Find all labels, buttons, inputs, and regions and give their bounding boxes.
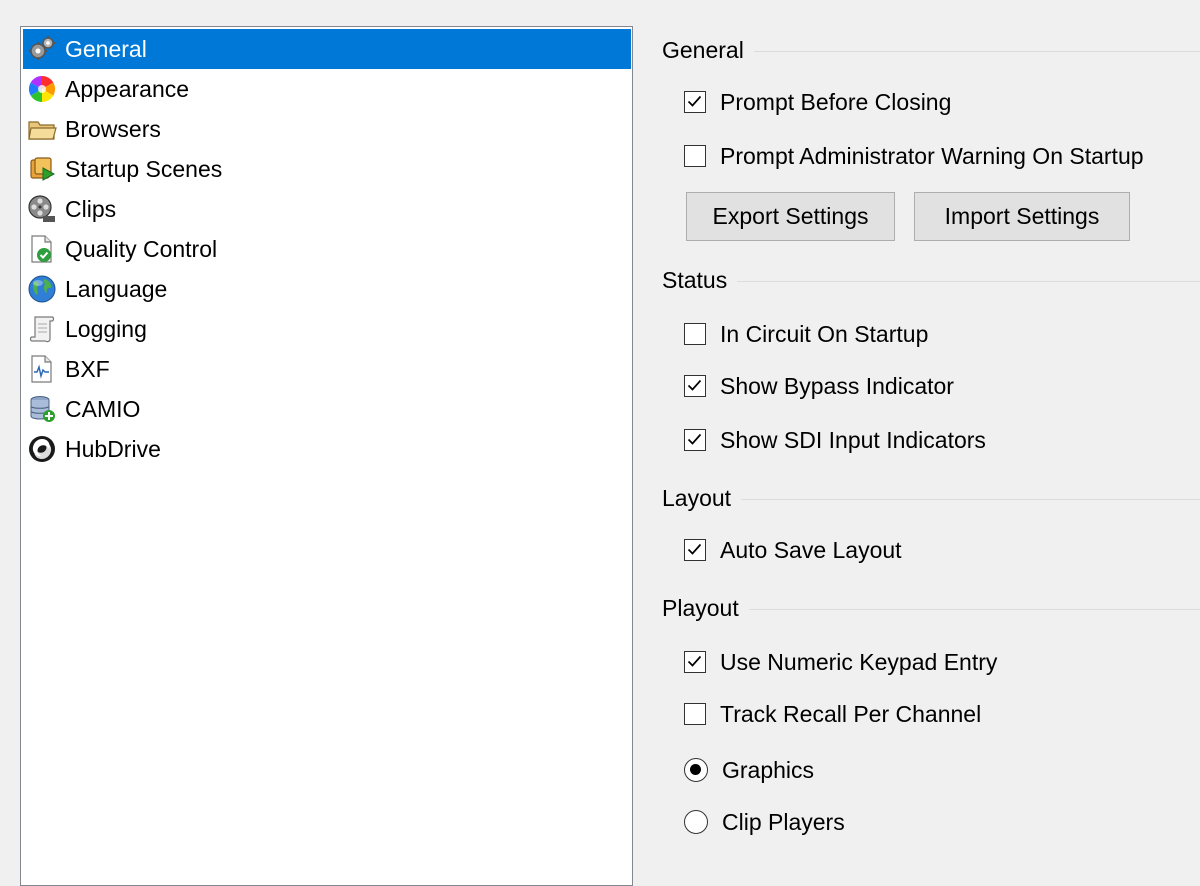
prompt-admin-warning-checkbox[interactable]: Prompt Administrator Warning On Startup bbox=[684, 140, 1144, 172]
nav-label: General bbox=[65, 35, 147, 62]
nav-label: Quality Control bbox=[65, 235, 218, 262]
group-divider bbox=[737, 280, 1200, 282]
nav-item-general[interactable]: General bbox=[23, 29, 631, 69]
checkbox-box[interactable] bbox=[684, 145, 706, 167]
nav-label: Logging bbox=[65, 315, 147, 342]
track-recall-per-channel-checkbox[interactable]: Track Recall Per Channel bbox=[684, 698, 981, 730]
nav-item-browsers[interactable]: Browsers bbox=[23, 109, 631, 149]
nav-item-quality-control[interactable]: Quality Control bbox=[23, 229, 631, 269]
checkbox-box[interactable] bbox=[684, 375, 706, 397]
group-playout-header: Playout bbox=[662, 593, 1200, 623]
nav-item-startup-scenes[interactable]: Startup Scenes bbox=[23, 149, 631, 189]
nav-label: Language bbox=[65, 275, 168, 302]
nav-item-language[interactable]: Language bbox=[23, 269, 631, 309]
import-settings-button[interactable]: Import Settings bbox=[914, 192, 1130, 241]
radio-label: Clip Players bbox=[722, 808, 845, 835]
radio-label: Graphics bbox=[722, 756, 815, 783]
group-title: Layout bbox=[662, 484, 732, 511]
show-bypass-indicator-checkbox[interactable]: Show Bypass Indicator bbox=[684, 370, 954, 402]
nav-item-hubdrive[interactable]: HubDrive bbox=[23, 429, 631, 469]
checkbox-label: Show Bypass Indicator bbox=[720, 372, 954, 399]
scroll-icon bbox=[27, 313, 65, 345]
clip-players-radio[interactable]: Clip Players bbox=[684, 806, 845, 838]
graphics-radio[interactable]: Graphics bbox=[684, 754, 814, 786]
nav-label: BXF bbox=[65, 355, 110, 382]
radio-selected-dot bbox=[690, 764, 701, 775]
checkbox-label: Prompt Administrator Warning On Startup bbox=[720, 142, 1144, 169]
nav-label: Browsers bbox=[65, 115, 161, 142]
startup-scenes-icon bbox=[27, 153, 65, 185]
nav-item-appearance[interactable]: Appearance bbox=[23, 69, 631, 109]
nav-label: HubDrive bbox=[65, 435, 161, 462]
group-divider bbox=[753, 50, 1200, 52]
nav-item-clips[interactable]: Clips bbox=[23, 189, 631, 229]
checkbox-box[interactable] bbox=[684, 323, 706, 345]
auto-save-layout-checkbox[interactable]: Auto Save Layout bbox=[684, 534, 902, 566]
group-general-header: General bbox=[662, 35, 1200, 65]
nav-label: Clips bbox=[65, 195, 117, 222]
nav-item-camio[interactable]: CAMIO bbox=[23, 389, 631, 429]
group-title: Playout bbox=[662, 594, 739, 621]
database-icon bbox=[27, 393, 65, 425]
nav-item-logging[interactable]: Logging bbox=[23, 309, 631, 349]
checkbox-box[interactable] bbox=[684, 703, 706, 725]
settings-panel: General Prompt Before Closing Prompt Adm… bbox=[662, 0, 1200, 876]
nav-item-bxf[interactable]: BXF bbox=[23, 349, 631, 389]
nav-label: CAMIO bbox=[65, 395, 141, 422]
checkbox-label: Show SDI Input Indicators bbox=[720, 426, 986, 453]
gears-icon bbox=[27, 33, 65, 65]
export-settings-button[interactable]: Export Settings bbox=[686, 192, 895, 241]
group-title: Status bbox=[662, 266, 728, 293]
checkbox-label: Auto Save Layout bbox=[720, 536, 902, 563]
group-title: General bbox=[662, 36, 744, 63]
bxf-document-icon bbox=[27, 353, 65, 385]
checkbox-label: In Circuit On Startup bbox=[720, 320, 929, 347]
group-divider bbox=[748, 608, 1200, 610]
hubdrive-icon bbox=[27, 433, 65, 465]
checkbox-box[interactable] bbox=[684, 429, 706, 451]
checkbox-box[interactable] bbox=[684, 539, 706, 561]
radio-button[interactable] bbox=[684, 758, 708, 782]
checkbox-box[interactable] bbox=[684, 651, 706, 673]
document-check-icon bbox=[27, 233, 65, 265]
show-sdi-input-indicators-checkbox[interactable]: Show SDI Input Indicators bbox=[684, 424, 986, 456]
group-divider bbox=[741, 498, 1200, 500]
checkbox-box[interactable] bbox=[684, 91, 706, 113]
color-wheel-icon bbox=[27, 73, 65, 105]
group-layout-header: Layout bbox=[662, 483, 1200, 513]
checkbox-label: Track Recall Per Channel bbox=[720, 700, 982, 727]
use-numeric-keypad-entry-checkbox[interactable]: Use Numeric Keypad Entry bbox=[684, 646, 997, 678]
film-reel-icon bbox=[27, 193, 65, 225]
in-circuit-on-startup-checkbox[interactable]: In Circuit On Startup bbox=[684, 318, 928, 350]
folder-icon bbox=[27, 113, 65, 145]
settings-category-list[interactable]: General Appearance Browsers Startup Scen… bbox=[20, 26, 633, 886]
nav-label: Appearance bbox=[65, 75, 190, 102]
globe-icon bbox=[27, 273, 65, 305]
checkbox-label: Use Numeric Keypad Entry bbox=[720, 648, 998, 675]
group-status-header: Status bbox=[662, 265, 1200, 295]
prompt-before-closing-checkbox[interactable]: Prompt Before Closing bbox=[684, 86, 951, 118]
radio-button[interactable] bbox=[684, 810, 708, 834]
checkbox-label: Prompt Before Closing bbox=[720, 88, 952, 115]
nav-label: Startup Scenes bbox=[65, 155, 223, 182]
